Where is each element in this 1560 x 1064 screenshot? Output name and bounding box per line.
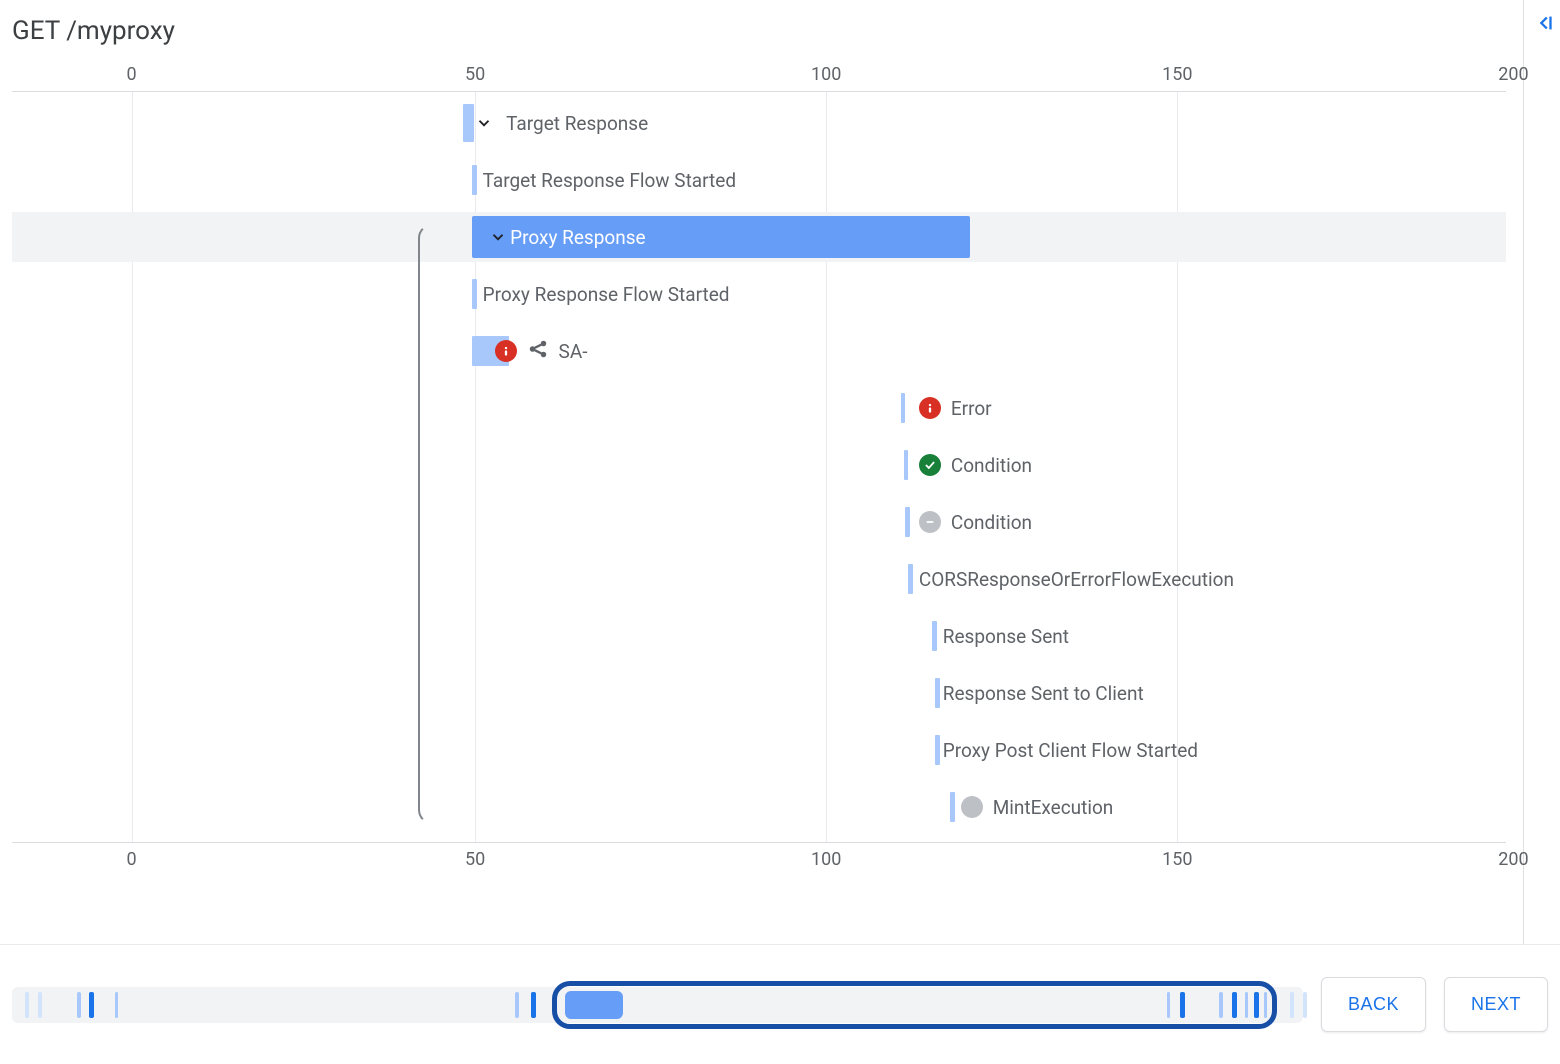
row-label: Condition <box>951 454 1032 477</box>
event-bar[interactable] <box>904 450 908 480</box>
row-content: Target Response <box>472 98 648 148</box>
row-label: Proxy Response Flow Started <box>483 283 730 306</box>
row-label: Proxy Response <box>510 226 645 249</box>
timeline-row-error[interactable]: Error <box>12 383 1506 433</box>
timeline-row-proxy-response-flow-started[interactable]: Proxy Response Flow Started <box>12 269 1506 319</box>
minimap-viewport[interactable] <box>552 981 1278 1029</box>
chevron-down-icon[interactable] <box>486 225 510 249</box>
chevron-down-icon[interactable] <box>472 111 496 135</box>
row-content: Response Sent <box>943 611 1069 661</box>
minimap-selection[interactable] <box>565 991 623 1019</box>
event-bar[interactable] <box>472 165 476 195</box>
minimap-tick <box>1290 992 1294 1018</box>
event-bar[interactable] <box>908 564 912 594</box>
axis-tick: 50 <box>465 849 485 870</box>
minimap-tick <box>38 992 42 1018</box>
row-label: SA- <box>559 340 588 363</box>
axis-tick: 200 <box>1498 849 1528 870</box>
minimap-tick <box>25 992 29 1018</box>
axis-tick: 150 <box>1162 849 1192 870</box>
event-bar[interactable] <box>950 792 954 822</box>
timeline-row-target-response-flow-started[interactable]: Target Response Flow Started <box>12 155 1506 205</box>
axis-tick: 150 <box>1162 64 1192 85</box>
row-label: Error <box>951 397 992 420</box>
axis-tick: 0 <box>126 64 136 85</box>
timeline[interactable]: Target Response Target Response Flow Star… <box>12 92 1506 842</box>
row-content: Error <box>919 383 992 433</box>
span-bracket <box>418 224 448 824</box>
row-label: MintExecution <box>993 796 1114 819</box>
dot-icon <box>961 796 983 818</box>
row-content: Target Response Flow Started <box>483 155 736 205</box>
page-title: GET /myproxy <box>12 16 1536 46</box>
row-content: Proxy Post Client Flow Started <box>943 725 1198 775</box>
axis-tick: 0 <box>126 849 136 870</box>
timeline-row-condition-gray[interactable]: Condition <box>12 497 1506 547</box>
axis-tick: 200 <box>1498 64 1528 85</box>
row-label: CORSResponseOrErrorFlowExecution <box>919 568 1234 591</box>
next-button[interactable]: NEXT <box>1444 977 1548 1032</box>
row-content: SA- <box>495 326 588 376</box>
row-content: Proxy Response Flow Started <box>483 269 730 319</box>
row-content: MintExecution <box>961 782 1114 832</box>
axis-bottom: 050100150200 <box>12 842 1506 870</box>
error-icon <box>495 340 517 362</box>
timeline-row-response-sent-client[interactable]: Response Sent to Client <box>12 668 1506 718</box>
row-content: Response Sent to Client <box>943 668 1144 718</box>
selected-span[interactable]: Proxy Response <box>472 216 970 258</box>
timeline-row-proxy-post-client[interactable]: Proxy Post Client Flow Started <box>12 725 1506 775</box>
check-icon <box>919 454 941 476</box>
event-bar[interactable] <box>935 735 939 765</box>
timeline-row-cors[interactable]: CORSResponseOrErrorFlowExecution <box>12 554 1506 604</box>
row-label: Condition <box>951 511 1032 534</box>
axis-tick: 100 <box>811 849 841 870</box>
row-label: Target Response <box>506 112 648 135</box>
minimap-tick <box>77 992 81 1018</box>
row-content: Condition <box>919 440 1032 490</box>
footer: BACK NEXT <box>0 944 1560 1064</box>
event-bar[interactable] <box>935 678 939 708</box>
row-content: CORSResponseOrErrorFlowExecution <box>919 554 1234 604</box>
axis-tick: 100 <box>811 64 841 85</box>
axis-tick: 50 <box>465 64 485 85</box>
event-bar[interactable] <box>472 279 476 309</box>
row-label: Response Sent <box>943 625 1069 648</box>
back-button[interactable]: BACK <box>1321 977 1426 1032</box>
minimap-tick <box>515 992 519 1018</box>
event-bar[interactable] <box>901 393 905 423</box>
minimap-tick <box>1303 992 1307 1018</box>
error-icon <box>919 397 941 419</box>
flow-share-icon <box>527 338 549 364</box>
minimap[interactable] <box>12 987 1303 1023</box>
row-label: Response Sent to Client <box>943 682 1144 705</box>
event-bar[interactable] <box>932 621 936 651</box>
minimap-tick <box>531 992 536 1018</box>
minimap-tick <box>115 992 118 1018</box>
axis-top: 050100150200 <box>12 64 1506 92</box>
dash-icon <box>919 511 941 533</box>
minimap-tick <box>89 992 94 1018</box>
event-bar[interactable] <box>905 507 909 537</box>
row-content: Condition <box>919 497 1032 547</box>
timeline-row-mint-execution[interactable]: MintExecution <box>12 782 1506 832</box>
timeline-row-condition-ok[interactable]: Condition <box>12 440 1506 490</box>
row-label: Proxy Post Client Flow Started <box>943 739 1198 762</box>
timeline-row-response-sent[interactable]: Response Sent <box>12 611 1506 661</box>
row-label: Target Response Flow Started <box>483 169 736 192</box>
timeline-row-target-response[interactable]: Target Response <box>12 98 1506 148</box>
timeline-row-proxy-response[interactable]: Proxy Response <box>12 212 1506 262</box>
timeline-row-sa[interactable]: SA- <box>12 326 1506 376</box>
